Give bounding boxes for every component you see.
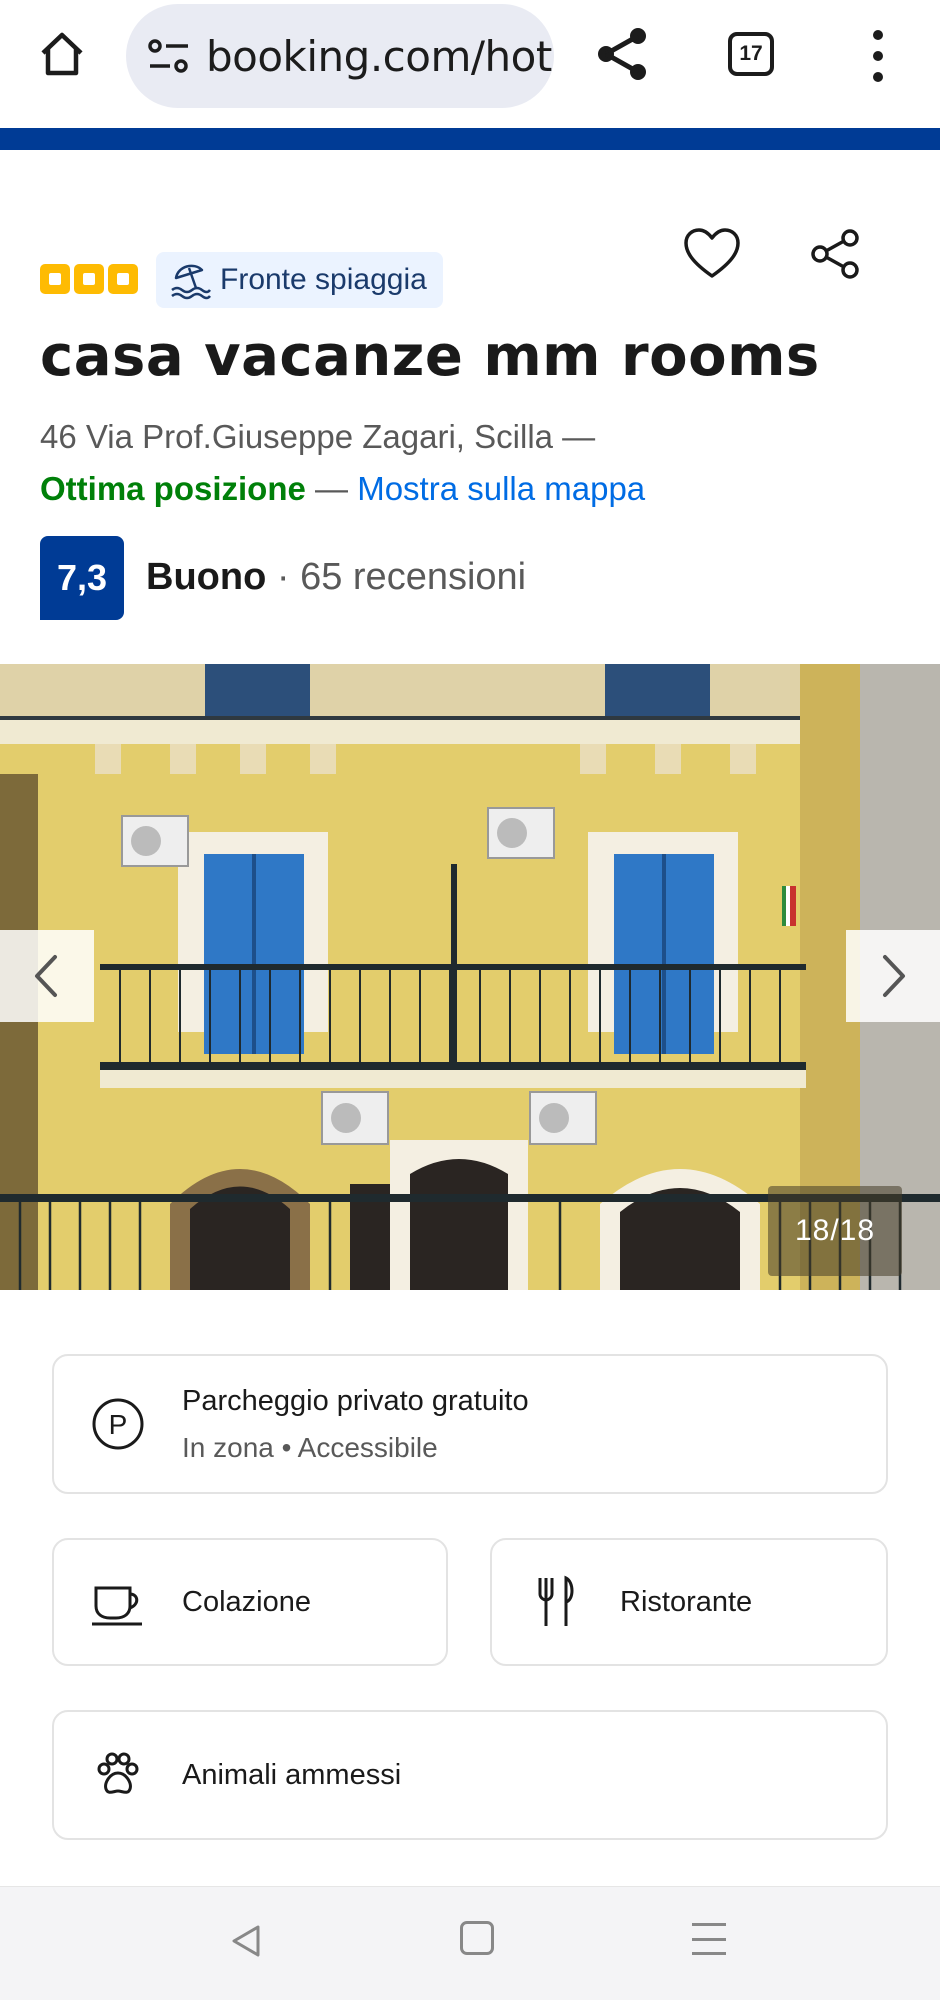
beach-umbrella-icon — [171, 264, 211, 300]
system-navigation-bar — [0, 1886, 940, 2000]
paw-icon — [90, 1747, 146, 1803]
share-property-icon[interactable] — [808, 226, 864, 282]
heart-icon[interactable] — [682, 226, 742, 282]
tab-count: 17 — [739, 42, 763, 65]
brand-stripe — [0, 128, 940, 150]
badge-label: Fronte spiaggia — [220, 263, 427, 296]
chevron-left-icon — [35, 955, 57, 997]
score-separator: · — [276, 556, 290, 598]
beachfront-badge: Fronte spiaggia — [156, 252, 443, 308]
back-icon[interactable] — [226, 1921, 266, 1961]
parking-subtitle: In zona • Accessibile — [182, 1431, 438, 1463]
restaurant-label: Ristorante — [620, 1585, 753, 1618]
star-icon — [108, 264, 138, 294]
score-word: Buono — [146, 556, 267, 598]
location-separator: — — [315, 470, 349, 507]
parking-title: Parcheggio privato gratuito — [182, 1384, 529, 1417]
review-score-badge[interactable]: 7,3 — [40, 536, 124, 620]
parking-icon: P — [90, 1396, 146, 1452]
review-count: 65 recensioni — [300, 556, 527, 598]
home-icon[interactable] — [30, 22, 94, 86]
url-text[interactable]: booking.com/hot — [206, 32, 552, 81]
property-address: 46 Via Prof.Giuseppe Zagari, Scilla — — [40, 418, 596, 455]
property-name: casa vacanze mm rooms — [40, 324, 820, 389]
facility-restaurant-card[interactable]: Ristorante — [490, 1538, 888, 1666]
home-square-icon[interactable] — [460, 1921, 494, 1955]
facility-pets-card[interactable]: Animali ammessi — [52, 1710, 888, 1840]
next-photo-button[interactable] — [846, 930, 940, 1022]
breakfast-label: Colazione — [182, 1585, 311, 1618]
coffee-cup-icon — [90, 1574, 146, 1630]
review-score: 7,3 — [56, 557, 108, 598]
cutlery-icon — [528, 1574, 584, 1630]
location-line: Ottima posizione — Mostra sulla mappa — [40, 470, 645, 508]
more-vert-icon[interactable] — [858, 26, 898, 86]
pets-label: Animali ammessi — [182, 1758, 402, 1791]
review-summary[interactable]: Buono · 65 recensioni — [146, 556, 526, 599]
show-on-map-link[interactable]: Mostra sulla mappa — [357, 470, 645, 507]
star-icon — [74, 264, 104, 294]
browser-toolbar: booking.com/hot 17 — [0, 0, 940, 110]
previous-photo-button[interactable] — [0, 930, 94, 1022]
facility-breakfast-card[interactable]: Colazione — [52, 1538, 448, 1666]
star-rating — [40, 264, 138, 294]
svg-text:P: P — [109, 1409, 128, 1440]
site-settings-icon[interactable] — [146, 36, 192, 76]
facility-parking-card[interactable]: P Parcheggio privato gratuito In zona • … — [52, 1354, 888, 1494]
tabs-icon[interactable]: 17 — [728, 32, 774, 76]
star-icon — [40, 264, 70, 294]
address-bar[interactable]: booking.com/hot — [126, 4, 554, 108]
recents-icon[interactable] — [692, 1923, 726, 1955]
chevron-right-icon — [883, 955, 905, 997]
photo-counter: 18/18 — [768, 1186, 902, 1276]
location-highlight: Ottima posizione — [40, 470, 306, 507]
share-icon[interactable] — [592, 22, 656, 86]
